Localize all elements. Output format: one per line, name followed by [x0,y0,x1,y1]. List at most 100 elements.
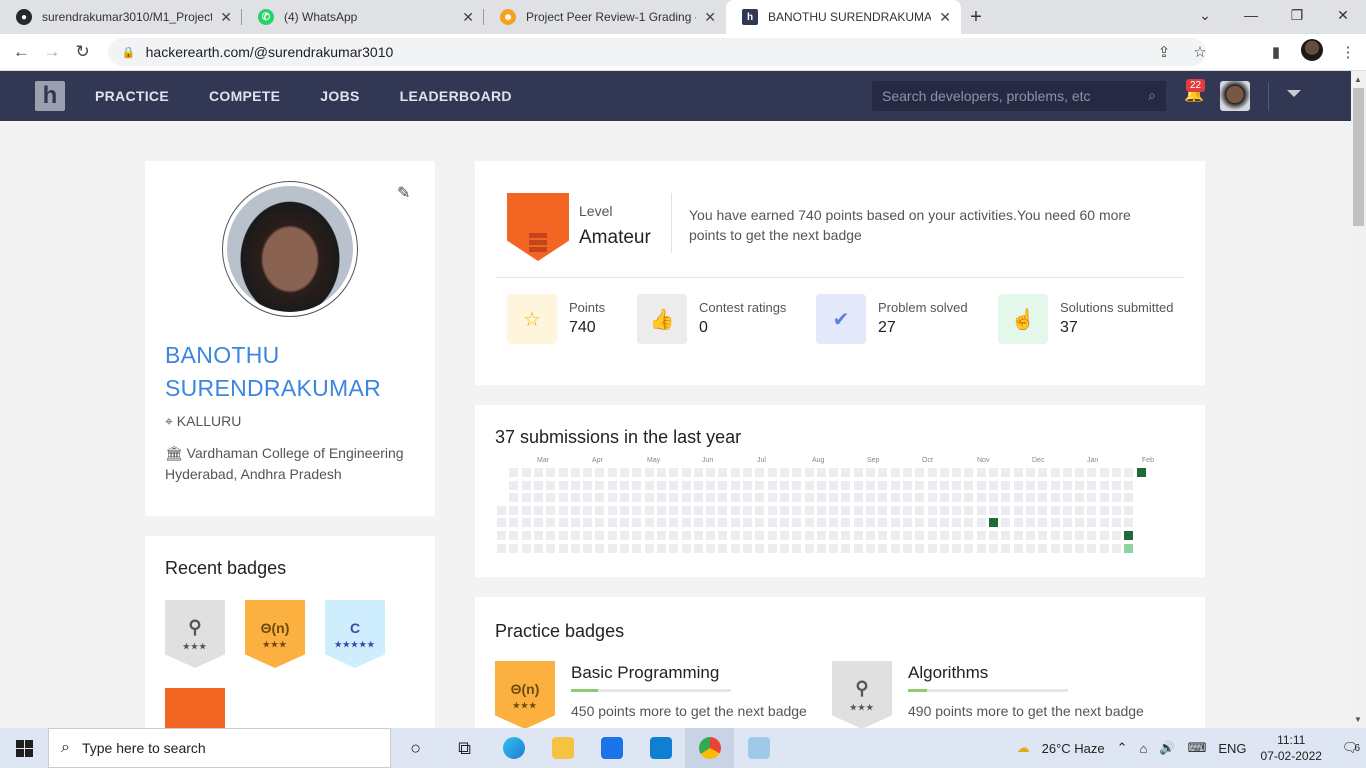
tab-whatsapp[interactable]: ✆ (4) WhatsApp ✕ [242,0,484,34]
heatmap-cell[interactable] [940,518,949,527]
side-panel-icon[interactable]: ▮ [1258,43,1294,61]
taskbar-search-input[interactable]: ⌕ Type here to search [48,728,391,768]
heatmap-cell[interactable] [1100,493,1109,502]
heatmap-cell[interactable] [780,531,789,540]
heatmap-cell[interactable] [595,481,604,490]
notepad-icon[interactable] [734,728,783,768]
heatmap-cell[interactable] [854,493,863,502]
heatmap-cell[interactable] [595,506,604,515]
close-tab-icon[interactable]: ✕ [939,9,951,26]
heatmap-cell[interactable] [694,531,703,540]
tab-search-icon[interactable]: ⌄ [1182,0,1228,30]
heatmap-cell[interactable] [632,531,641,540]
heatmap-cell[interactable] [1124,493,1133,502]
heatmap-cell[interactable] [952,468,961,477]
new-tab-button[interactable]: + [961,0,991,34]
heatmap-cell[interactable] [718,506,727,515]
keyboard-icon[interactable]: ⌨ [1188,740,1207,756]
heatmap-cell[interactable] [829,506,838,515]
heatmap-cell[interactable] [1063,468,1072,477]
heatmap-cell[interactable] [878,531,887,540]
taskbar-clock[interactable]: 11:11 07-02-2022 [1261,732,1322,764]
heatmap-cell[interactable] [891,493,900,502]
nav-practice[interactable]: PRACTICE [95,88,169,104]
heatmap-cell[interactable] [903,544,912,553]
heatmap-cell[interactable] [743,544,752,553]
heatmap-cell[interactable] [1014,506,1023,515]
heatmap-cell[interactable] [841,531,850,540]
heatmap-cell[interactable] [964,544,973,553]
nav-leaderboard[interactable]: LEADERBOARD [400,88,512,104]
heatmap-cell[interactable] [669,493,678,502]
heatmap-cell[interactable] [657,544,666,553]
heatmap-cell[interactable] [669,518,678,527]
heatmap-cell[interactable] [1075,531,1084,540]
heatmap-cell[interactable] [706,518,715,527]
heatmap-cell[interactable] [1063,481,1072,490]
heatmap-cell[interactable] [903,493,912,502]
heatmap-cell[interactable] [1038,468,1047,477]
heatmap-cell[interactable] [977,544,986,553]
heatmap-cell[interactable] [595,531,604,540]
heatmap-cell[interactable] [632,481,641,490]
heatmap-cell[interactable] [1075,518,1084,527]
heatmap-cell[interactable] [1051,518,1060,527]
vscode-icon[interactable] [636,728,685,768]
heatmap-cell[interactable] [1075,468,1084,477]
heatmap-cell[interactable] [694,518,703,527]
heatmap-cell[interactable] [841,518,850,527]
user-avatar[interactable] [1220,81,1250,111]
heatmap-cell[interactable] [731,531,740,540]
heatmap-cell[interactable] [989,493,998,502]
heatmap-cell[interactable] [977,493,986,502]
heatmap-cell[interactable] [522,493,531,502]
heatmap-cell[interactable] [817,544,826,553]
heatmap-cell[interactable] [915,544,924,553]
heatmap-cell[interactable] [952,531,961,540]
heatmap-cell[interactable] [964,468,973,477]
heatmap-cell[interactable] [940,506,949,515]
heatmap-cell[interactable] [534,506,543,515]
heatmap-cell[interactable] [743,506,752,515]
heatmap-cell[interactable] [841,493,850,502]
heatmap-cell[interactable] [706,506,715,515]
heatmap-cell[interactable] [1038,506,1047,515]
heatmap-cell[interactable] [669,531,678,540]
heatmap-cell[interactable] [608,481,617,490]
heatmap-cell[interactable] [682,468,691,477]
heatmap-cell[interactable] [878,506,887,515]
heatmap-cell[interactable] [571,468,580,477]
heatmap-cell[interactable] [546,493,555,502]
heatmap-cell[interactable] [1051,468,1060,477]
heatmap-cell[interactable] [509,531,518,540]
heatmap-cell[interactable] [657,481,666,490]
heatmap-cell[interactable] [1001,493,1010,502]
heatmap-cell[interactable] [928,544,937,553]
heatmap-cell[interactable] [608,518,617,527]
heatmap-cell[interactable] [1063,544,1072,553]
heatmap-cell[interactable] [1100,544,1109,553]
heatmap-cell[interactable] [1112,468,1121,477]
heatmap-cell[interactable] [768,518,777,527]
heatmap-cell[interactable] [1001,518,1010,527]
heatmap-cell[interactable] [682,506,691,515]
heatmap-cell[interactable] [1087,481,1096,490]
heatmap-cell[interactable] [1100,506,1109,515]
heatmap-cell[interactable] [805,493,814,502]
heatmap-cell[interactable] [915,493,924,502]
heatmap-cell[interactable] [1100,481,1109,490]
heatmap-cell[interactable] [1100,531,1109,540]
heatmap-cell[interactable] [989,518,998,527]
heatmap-cell[interactable] [682,544,691,553]
heatmap-cell[interactable] [866,493,875,502]
heatmap-cell[interactable] [559,468,568,477]
heatmap-cell[interactable] [940,493,949,502]
heatmap-cell[interactable] [940,481,949,490]
heatmap-cell[interactable] [1026,518,1035,527]
heatmap-cell[interactable] [657,493,666,502]
heatmap-cell[interactable] [1124,518,1133,527]
heatmap-cell[interactable] [1038,531,1047,540]
heatmap-cell[interactable] [546,544,555,553]
heatmap-cell[interactable] [891,531,900,540]
heatmap-cell[interactable] [645,544,654,553]
